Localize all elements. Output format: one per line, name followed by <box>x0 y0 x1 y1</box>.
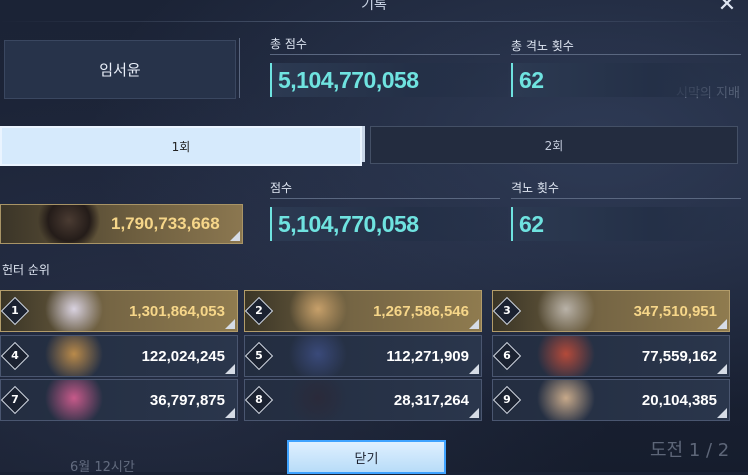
corner-tick-icon <box>230 231 240 241</box>
corner-tick-icon <box>717 408 727 418</box>
rank-score: 77,559,162 <box>641 347 717 365</box>
rank-number: 9 <box>503 393 511 406</box>
ranking-card-7: 7 36,797,875 <box>0 379 238 421</box>
rank-number: 2 <box>255 304 263 317</box>
total-score-value: 5,104,770,058 <box>270 63 508 97</box>
corner-tick-icon <box>717 364 727 374</box>
corner-tick-icon <box>225 364 235 374</box>
total-score-underline <box>270 54 500 55</box>
rank-score: 36,797,875 <box>149 391 225 409</box>
user-box-bracket <box>235 38 240 98</box>
pink-hair-portrait <box>39 380 109 420</box>
tab-divider <box>362 126 365 162</box>
rank-score: 347,510,951 <box>633 302 717 320</box>
corner-tick-icon <box>225 408 235 418</box>
total-defeats-value: 62 <box>511 63 744 97</box>
corner-tick-icon <box>469 319 479 329</box>
ranking-card-5: 5 112,271,909 <box>244 335 482 377</box>
total-defeats-underline <box>511 54 741 55</box>
ranking-card-6: 6 77,559,162 <box>492 335 730 377</box>
blonde-portrait <box>283 291 353 331</box>
round-score-value: 5,104,770,058 <box>270 207 508 241</box>
rank-number: 1 <box>11 304 19 317</box>
ranking-card-4: 4 122,024,245 <box>0 335 238 377</box>
round-score-label: 점수 <box>270 181 293 195</box>
blue-hair-portrait <box>283 336 353 376</box>
rank-score: 1,301,864,053 <box>129 302 225 320</box>
red-hair-glasses-portrait <box>531 336 601 376</box>
rank-number: 4 <box>11 349 19 362</box>
background-text-bottom-left: 6월 12시간 <box>70 460 135 475</box>
tab-round-2[interactable]: 2회 <box>370 126 738 164</box>
blonde-woman-portrait <box>39 336 109 376</box>
corner-tick-icon <box>469 408 479 418</box>
ranking-card-9: 9 20,104,385 <box>492 379 730 421</box>
old-man-portrait <box>531 291 601 331</box>
rank-score: 112,271,909 <box>386 347 469 365</box>
white-hair-portrait <box>39 291 109 331</box>
rank-number: 5 <box>255 349 263 362</box>
rank-number: 6 <box>503 349 511 362</box>
rank-number: 7 <box>11 393 19 406</box>
rank-score: 28,317,264 <box>393 391 469 409</box>
corner-tick-icon <box>469 364 479 374</box>
hero-portrait <box>34 205 104 243</box>
round-defeats-value: 62 <box>511 207 744 241</box>
rank-score: 20,104,385 <box>641 391 717 409</box>
user-name-box: 임서윤 <box>4 40 236 99</box>
tab-round-1[interactable]: 1회 <box>0 126 362 166</box>
close-icon[interactable]: ✕ <box>714 0 740 18</box>
round-defeats-underline <box>511 198 741 199</box>
ranking-card-8: 8 28,317,264 <box>244 379 482 421</box>
rank-score: 122,024,245 <box>141 347 225 365</box>
brown-hair-portrait <box>531 380 601 420</box>
rank-number: 3 <box>503 304 511 317</box>
close-button[interactable]: 닫기 <box>287 440 446 474</box>
ranking-card-1: 1 1,301,864,053 <box>0 290 238 332</box>
rank-score: 1,267,586,546 <box>373 302 469 320</box>
total-score-label: 총 점수 <box>270 37 307 51</box>
total-defeats-label: 총 격노 횟수 <box>511 39 574 53</box>
corner-tick-icon <box>225 319 235 329</box>
window-title: 기록 <box>361 0 387 13</box>
dark-hair-portrait <box>283 380 353 420</box>
round-defeats-label: 격노 횟수 <box>511 181 559 195</box>
round-score-underline <box>270 198 500 199</box>
user-name: 임서윤 <box>99 61 141 79</box>
ranking-card-3: 3 347,510,951 <box>492 290 730 332</box>
round-hero-card: 1,790,733,668 <box>0 204 243 244</box>
ranking-label: 헌터 순위 <box>2 263 50 277</box>
background-text-bottom-right: 도전 1 / 2 <box>650 440 730 461</box>
rank-number: 8 <box>255 393 263 406</box>
title-divider <box>0 21 748 22</box>
hero-score: 1,790,733,668 <box>111 214 220 233</box>
ranking-card-2: 2 1,267,586,546 <box>244 290 482 332</box>
corner-tick-icon <box>717 319 727 329</box>
